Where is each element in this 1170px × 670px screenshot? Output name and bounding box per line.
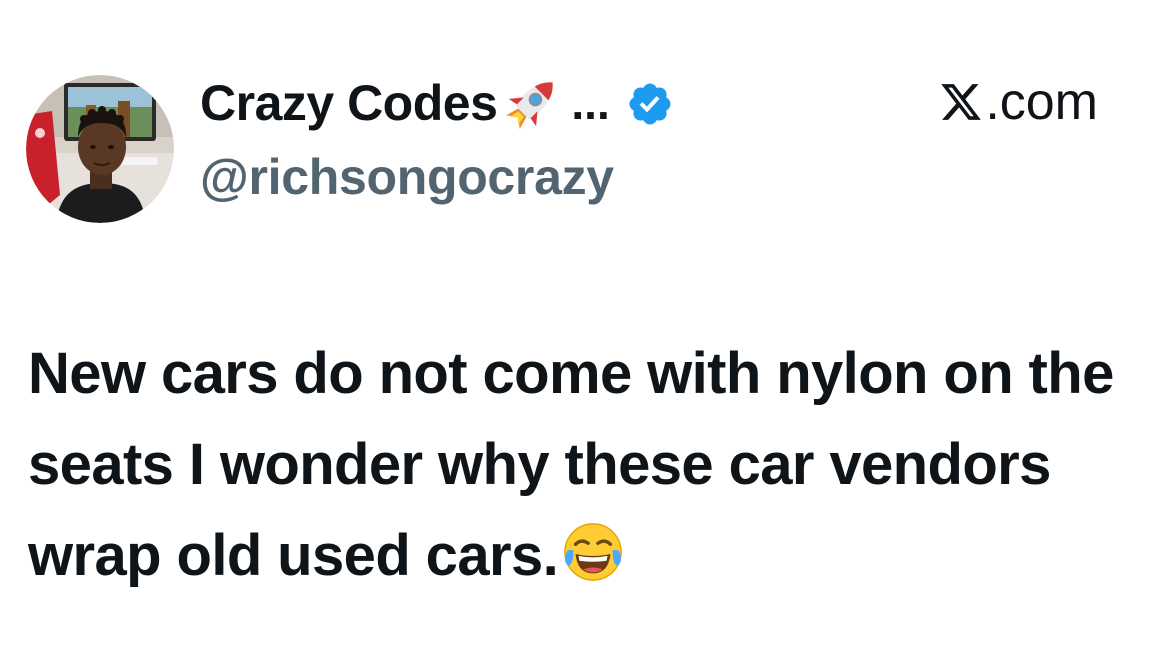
source-label: .com (939, 72, 1098, 132)
name-truncation: ... (571, 77, 610, 129)
avatar[interactable] (26, 75, 174, 223)
avatar-photo (26, 75, 174, 223)
x-logo-icon (939, 79, 983, 125)
author-display-name[interactable]: Crazy Codes (200, 74, 498, 132)
author-name-row: Crazy Codes ... (200, 68, 674, 138)
author-handle[interactable]: @richsongocrazy (200, 148, 614, 206)
source-domain: .com (985, 73, 1098, 131)
rocket-icon (501, 72, 563, 134)
face-with-tears-of-joy-icon (562, 518, 624, 581)
tweet-card: Crazy Codes ... @richsongocrazy .com New… (0, 0, 1170, 670)
verified-badge-icon (626, 80, 674, 128)
tweet-body: New cars do not come with nylon on the s… (28, 328, 1138, 601)
